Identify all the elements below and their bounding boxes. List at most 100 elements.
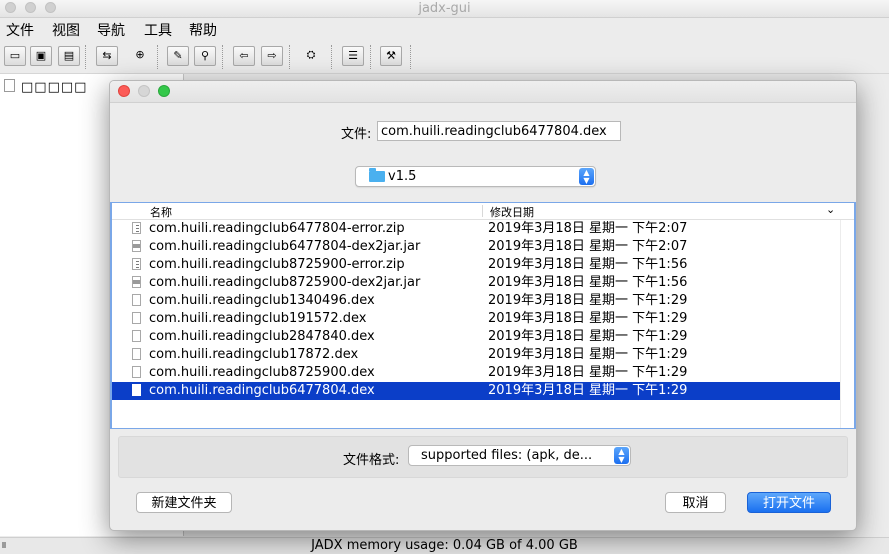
file-modified-date: 2019年3月18日 星期一 下午2:07 (488, 221, 688, 236)
toolbar-separator (410, 45, 411, 69)
file-row[interactable]: com.huili.readingclub191572.dex 2019年3月18… (112, 310, 840, 328)
new-folder-button[interactable]: 新建文件夹 (136, 492, 232, 513)
file-row[interactable]: com.huili.readingclub8725900-dex2jar.jar… (112, 274, 840, 292)
back-icon[interactable]: ⇦ (233, 46, 255, 66)
file-modified-date: 2019年3月18日 星期一 下午1:29 (488, 347, 688, 362)
menu-help[interactable]: 帮助 (189, 20, 217, 40)
column-divider[interactable] (482, 205, 483, 217)
file-name: com.huili.readingclub1340496.dex (149, 293, 375, 308)
column-header-name[interactable]: 名称 (150, 204, 172, 220)
dialog-minimize-button (138, 85, 150, 97)
directory-label: v1.5 (388, 169, 417, 184)
file-name: com.huili.readingclub8725900-dex2jar.jar (149, 275, 421, 290)
file-name: com.huili.readingclub2847840.dex (149, 329, 375, 344)
chevron-updown-icon: ▲ ▼ (579, 168, 594, 185)
file-modified-date: 2019年3月18日 星期一 下午1:56 (488, 275, 688, 290)
file-row[interactable]: com.huili.readingclub8725900.dex 2019年3月1… (112, 364, 840, 382)
file-row[interactable]: com.huili.readingclub8725900-error.zip 20… (112, 256, 840, 274)
memory-usage-text: JADX memory usage: 0.04 GB of 4.00 GB (311, 538, 578, 553)
flatten-packages-icon[interactable]: ⊕ (129, 46, 151, 66)
toolbar-separator (222, 45, 223, 69)
file-name: com.huili.readingclub6477804.dex (149, 383, 375, 398)
preferences-icon[interactable]: ⚒ (380, 46, 402, 66)
file-name: com.huili.readingclub6477804-dex2jar.jar (149, 239, 421, 254)
log-icon[interactable]: ☰ (342, 46, 364, 66)
dialog-close-button[interactable] (118, 85, 130, 97)
file-format-value: supported files: (apk, de... (421, 448, 593, 463)
file-row[interactable]: com.huili.readingclub6477804.dex 2019年3月1… (112, 382, 840, 400)
toolbar-separator (157, 45, 158, 69)
menubar: 文件 视图 导航 工具 帮助 (0, 18, 889, 40)
file-name: com.huili.readingclub191572.dex (149, 311, 367, 326)
cancel-button[interactable]: 取消 (665, 492, 726, 513)
file-list-header: 名称 修改日期 ⌄ (112, 203, 854, 220)
file-name: com.huili.readingclub6477804-error.zip (149, 221, 405, 236)
export-icon[interactable]: ▤ (58, 46, 80, 66)
menu-view[interactable]: 视图 (52, 20, 80, 40)
file-row[interactable]: com.huili.readingclub6477804-dex2jar.jar… (112, 238, 840, 256)
menu-navigation[interactable]: 导航 (97, 20, 125, 40)
sync-icon[interactable]: ⇆ (96, 46, 118, 66)
open-file-icon[interactable]: ▭ (4, 46, 26, 66)
document-icon (132, 366, 141, 378)
open-file-dialog: 文件: v1.5 ▲▼ 名称 修改日期 ⌄ com.huili.readingc… (109, 80, 857, 531)
toolbar: ▭ ▣ ▤ ⇆ ⊕ ✎ ⚲ ⇦ ⇨ ⛭ ☰ ⚒ (0, 41, 889, 74)
save-all-icon[interactable]: ▣ (30, 46, 52, 66)
document-icon (132, 348, 141, 360)
file-row[interactable]: com.huili.readingclub1340496.dex 2019年3月1… (112, 292, 840, 310)
file-list-scrollbar[interactable] (840, 220, 854, 428)
forward-icon[interactable]: ⇨ (261, 46, 283, 66)
jar-file-icon (132, 240, 141, 252)
toolbar-separator (289, 45, 290, 69)
document-icon (132, 384, 141, 396)
file-modified-date: 2019年3月18日 星期一 下午1:29 (488, 329, 688, 344)
toolbar-separator (370, 45, 371, 69)
file-modified-date: 2019年3月18日 星期一 下午1:29 (488, 365, 688, 380)
zip-file-icon (132, 258, 141, 270)
file-format-label: 文件格式: (343, 453, 400, 468)
dialog-titlebar (110, 81, 856, 103)
open-file-button[interactable]: 打开文件 (747, 492, 831, 513)
menu-file[interactable]: 文件 (6, 20, 34, 40)
file-modified-date: 2019年3月18日 星期一 下午1:29 (488, 311, 688, 326)
chevron-down-icon[interactable]: ⌄ (826, 203, 835, 216)
search-icon[interactable]: ⚲ (194, 46, 216, 66)
directory-select[interactable]: v1.5 ▲ ▼ (355, 166, 596, 187)
file-modified-date: 2019年3月18日 星期一 下午1:56 (488, 257, 688, 272)
file-row[interactable]: com.huili.readingclub2847840.dex 2019年3月1… (112, 328, 840, 346)
window-title: jadx-gui (418, 1, 471, 16)
find-icon[interactable]: ✎ (167, 46, 189, 66)
document-icon (132, 294, 141, 306)
dialog-zoom-button[interactable] (158, 85, 170, 97)
file-row[interactable]: com.huili.readingclub17872.dex 2019年3月18日… (112, 346, 840, 364)
file-modified-date: 2019年3月18日 星期一 下午1:29 (488, 383, 688, 398)
menu-tools[interactable]: 工具 (144, 20, 172, 40)
file-list[interactable]: 名称 修改日期 ⌄ com.huili.readingclub6477804-e… (110, 202, 856, 429)
file-icon (4, 79, 15, 92)
filename-label: 文件: (341, 127, 372, 142)
filename-input[interactable] (377, 121, 621, 141)
file-format-select[interactable]: supported files: (apk, de... ▲ ▼ (408, 445, 631, 466)
document-icon (132, 312, 141, 324)
file-name: com.huili.readingclub17872.dex (149, 347, 359, 362)
statusbar: JADX memory usage: 0.04 GB of 4.00 GB (0, 537, 889, 554)
file-modified-date: 2019年3月18日 星期一 下午2:07 (488, 239, 688, 254)
document-icon (132, 330, 141, 342)
column-header-date[interactable]: 修改日期 (490, 204, 534, 220)
tree-root-item[interactable]: □□□□□ (4, 79, 87, 95)
horizontal-scrollbar-thumb[interactable] (2, 542, 6, 548)
file-modified-date: 2019年3月18日 星期一 下午1:29 (488, 293, 688, 308)
deobfuscation-icon[interactable]: ⛭ (300, 46, 322, 66)
file-row[interactable]: com.huili.readingclub6477804-error.zip 20… (112, 220, 840, 238)
window-titlebar: jadx-gui (0, 0, 889, 18)
file-name: com.huili.readingclub8725900.dex (149, 365, 375, 380)
chevron-updown-icon: ▲ ▼ (614, 447, 629, 464)
zip-file-icon (132, 222, 141, 234)
toolbar-separator (85, 45, 86, 69)
tree-root-label: □□□□□ (21, 80, 88, 95)
file-format-panel: 文件格式: supported files: (apk, de... ▲ ▼ (118, 436, 848, 478)
jar-file-icon (132, 276, 141, 288)
folder-icon (369, 168, 385, 182)
toolbar-separator (331, 45, 332, 69)
file-rows: com.huili.readingclub6477804-error.zip 20… (112, 220, 840, 400)
